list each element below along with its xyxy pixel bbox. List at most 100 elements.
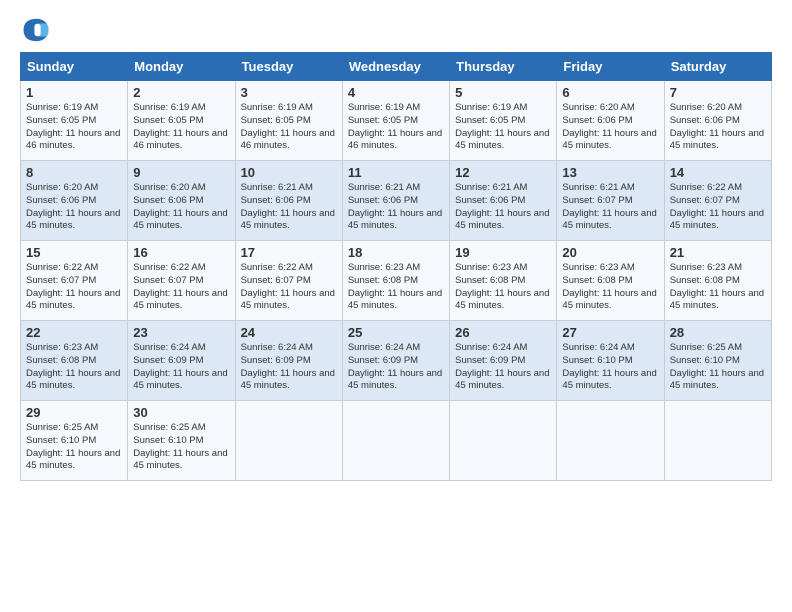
- day-number: 15: [26, 245, 122, 260]
- day-info: Sunrise: 6:20 AMSunset: 6:06 PMDaylight:…: [670, 102, 766, 153]
- calendar-cell: [664, 401, 771, 481]
- day-info: Sunrise: 6:19 AMSunset: 6:05 PMDaylight:…: [241, 102, 337, 153]
- calendar-cell: 23Sunrise: 6:24 AMSunset: 6:09 PMDayligh…: [128, 321, 235, 401]
- calendar-cell: 29 Sunrise: 6:25 AMSunset: 6:10 PMDayligh…: [21, 401, 128, 481]
- day-number: 21: [670, 245, 766, 260]
- calendar-cell: 10Sunrise: 6:21 AMSunset: 6:06 PMDayligh…: [235, 161, 342, 241]
- logo-icon: [20, 16, 52, 44]
- day-info: Sunrise: 6:25 AMSunset: 6:10 PMDaylight:…: [133, 422, 229, 473]
- day-info: Sunrise: 6:20 AMSunset: 6:06 PMDaylight:…: [26, 182, 122, 233]
- calendar-cell: 9 Sunrise: 6:20 AMSunset: 6:06 PMDaylight…: [128, 161, 235, 241]
- day-number: 24: [241, 325, 337, 340]
- day-info: Sunrise: 6:24 AMSunset: 6:09 PMDaylight:…: [455, 342, 551, 393]
- day-number: 8: [26, 165, 122, 180]
- day-info: Sunrise: 6:23 AMSunset: 6:08 PMDaylight:…: [670, 262, 766, 313]
- day-number: 9: [133, 165, 229, 180]
- calendar-cell: 6 Sunrise: 6:20 AMSunset: 6:06 PMDaylight…: [557, 81, 664, 161]
- calendar-cell: 12Sunrise: 6:21 AMSunset: 6:06 PMDayligh…: [450, 161, 557, 241]
- calendar-cell: 17 Sunrise: 6:22 AMSunset: 6:07 PMDayligh…: [235, 241, 342, 321]
- calendar-cell: [235, 401, 342, 481]
- day-number: 16: [133, 245, 229, 260]
- day-info: Sunrise: 6:23 AMSunset: 6:08 PMDaylight:…: [455, 262, 551, 313]
- day-info: Sunrise: 6:23 AMSunset: 6:08 PMDaylight:…: [348, 262, 444, 313]
- calendar-cell: 4Sunrise: 6:19 AMSunset: 6:05 PMDaylight…: [342, 81, 449, 161]
- day-number: 13: [562, 165, 658, 180]
- day-info: Sunrise: 6:25 AMSunset: 6:10 PMDaylight:…: [26, 422, 122, 473]
- header-tuesday: Tuesday: [235, 53, 342, 81]
- header-wednesday: Wednesday: [342, 53, 449, 81]
- day-info: Sunrise: 6:22 AMSunset: 6:07 PMDaylight:…: [26, 262, 122, 313]
- header: [20, 16, 772, 44]
- week-row-5: 29 Sunrise: 6:25 AMSunset: 6:10 PMDayligh…: [21, 401, 772, 481]
- day-number: 11: [348, 165, 444, 180]
- week-row-1: 1Sunrise: 6:19 AMSunset: 6:05 PMDaylight…: [21, 81, 772, 161]
- calendar-cell: 3 Sunrise: 6:19 AMSunset: 6:05 PMDaylight…: [235, 81, 342, 161]
- day-info: Sunrise: 6:25 AMSunset: 6:10 PMDaylight:…: [670, 342, 766, 393]
- calendar-cell: [557, 401, 664, 481]
- day-info: Sunrise: 6:22 AMSunset: 6:07 PMDaylight:…: [241, 262, 337, 313]
- header-monday: Monday: [128, 53, 235, 81]
- day-number: 27: [562, 325, 658, 340]
- day-info: Sunrise: 6:22 AMSunset: 6:07 PMDaylight:…: [133, 262, 229, 313]
- week-row-4: 22 Sunrise: 6:23 AMSunset: 6:08 PMDayligh…: [21, 321, 772, 401]
- calendar-cell: 26Sunrise: 6:24 AMSunset: 6:09 PMDayligh…: [450, 321, 557, 401]
- calendar-cell: 30 Sunrise: 6:25 AMSunset: 6:10 PMDayligh…: [128, 401, 235, 481]
- header-sunday: Sunday: [21, 53, 128, 81]
- day-info: Sunrise: 6:19 AMSunset: 6:05 PMDaylight:…: [133, 102, 229, 153]
- calendar-cell: 28 Sunrise: 6:25 AMSunset: 6:10 PMDayligh…: [664, 321, 771, 401]
- calendar-cell: 19Sunrise: 6:23 AMSunset: 6:08 PMDayligh…: [450, 241, 557, 321]
- logo: [20, 16, 56, 44]
- calendar-header-row: SundayMondayTuesdayWednesdayThursdayFrid…: [21, 53, 772, 81]
- calendar-cell: 24 Sunrise: 6:24 AMSunset: 6:09 PMDayligh…: [235, 321, 342, 401]
- calendar-cell: 18 Sunrise: 6:23 AMSunset: 6:08 PMDayligh…: [342, 241, 449, 321]
- calendar-cell: 11 Sunrise: 6:21 AMSunset: 6:06 PMDayligh…: [342, 161, 449, 241]
- day-number: 22: [26, 325, 122, 340]
- week-row-3: 15 Sunrise: 6:22 AMSunset: 6:07 PMDayligh…: [21, 241, 772, 321]
- day-number: 20: [562, 245, 658, 260]
- day-info: Sunrise: 6:23 AMSunset: 6:08 PMDaylight:…: [26, 342, 122, 393]
- day-number: 7: [670, 85, 766, 100]
- day-info: Sunrise: 6:24 AMSunset: 6:09 PMDaylight:…: [133, 342, 229, 393]
- calendar-cell: 13 Sunrise: 6:21 AMSunset: 6:07 PMDayligh…: [557, 161, 664, 241]
- calendar-cell: 5Sunrise: 6:19 AMSunset: 6:05 PMDaylight…: [450, 81, 557, 161]
- header-saturday: Saturday: [664, 53, 771, 81]
- day-number: 3: [241, 85, 337, 100]
- day-info: Sunrise: 6:22 AMSunset: 6:07 PMDaylight:…: [670, 182, 766, 233]
- day-info: Sunrise: 6:20 AMSunset: 6:06 PMDaylight:…: [133, 182, 229, 233]
- day-info: Sunrise: 6:21 AMSunset: 6:06 PMDaylight:…: [348, 182, 444, 233]
- day-info: Sunrise: 6:24 AMSunset: 6:10 PMDaylight:…: [562, 342, 658, 393]
- day-number: 2: [133, 85, 229, 100]
- calendar-cell: 25Sunrise: 6:24 AMSunset: 6:09 PMDayligh…: [342, 321, 449, 401]
- day-number: 12: [455, 165, 551, 180]
- day-number: 4: [348, 85, 444, 100]
- calendar-cell: 14 Sunrise: 6:22 AMSunset: 6:07 PMDayligh…: [664, 161, 771, 241]
- day-number: 6: [562, 85, 658, 100]
- calendar-body: 1Sunrise: 6:19 AMSunset: 6:05 PMDaylight…: [21, 81, 772, 481]
- calendar-cell: 27 Sunrise: 6:24 AMSunset: 6:10 PMDayligh…: [557, 321, 664, 401]
- day-number: 28: [670, 325, 766, 340]
- day-number: 14: [670, 165, 766, 180]
- calendar-cell: 2 Sunrise: 6:19 AMSunset: 6:05 PMDaylight…: [128, 81, 235, 161]
- calendar-cell: 8 Sunrise: 6:20 AMSunset: 6:06 PMDaylight…: [21, 161, 128, 241]
- day-info: Sunrise: 6:20 AMSunset: 6:06 PMDaylight:…: [562, 102, 658, 153]
- calendar-cell: 21 Sunrise: 6:23 AMSunset: 6:08 PMDayligh…: [664, 241, 771, 321]
- day-info: Sunrise: 6:21 AMSunset: 6:07 PMDaylight:…: [562, 182, 658, 233]
- week-row-2: 8 Sunrise: 6:20 AMSunset: 6:06 PMDaylight…: [21, 161, 772, 241]
- day-info: Sunrise: 6:23 AMSunset: 6:08 PMDaylight:…: [562, 262, 658, 313]
- calendar-cell: 16 Sunrise: 6:22 AMSunset: 6:07 PMDayligh…: [128, 241, 235, 321]
- calendar-cell: [450, 401, 557, 481]
- calendar-table: SundayMondayTuesdayWednesdayThursdayFrid…: [20, 52, 772, 481]
- calendar-cell: 20 Sunrise: 6:23 AMSunset: 6:08 PMDayligh…: [557, 241, 664, 321]
- day-number: 29: [26, 405, 122, 420]
- day-number: 18: [348, 245, 444, 260]
- calendar-cell: 15 Sunrise: 6:22 AMSunset: 6:07 PMDayligh…: [21, 241, 128, 321]
- calendar-cell: 22 Sunrise: 6:23 AMSunset: 6:08 PMDayligh…: [21, 321, 128, 401]
- header-thursday: Thursday: [450, 53, 557, 81]
- day-number: 30: [133, 405, 229, 420]
- calendar-cell: [342, 401, 449, 481]
- day-info: Sunrise: 6:24 AMSunset: 6:09 PMDaylight:…: [241, 342, 337, 393]
- day-info: Sunrise: 6:19 AMSunset: 6:05 PMDaylight:…: [26, 102, 122, 153]
- day-number: 17: [241, 245, 337, 260]
- day-number: 10: [241, 165, 337, 180]
- calendar-cell: 1Sunrise: 6:19 AMSunset: 6:05 PMDaylight…: [21, 81, 128, 161]
